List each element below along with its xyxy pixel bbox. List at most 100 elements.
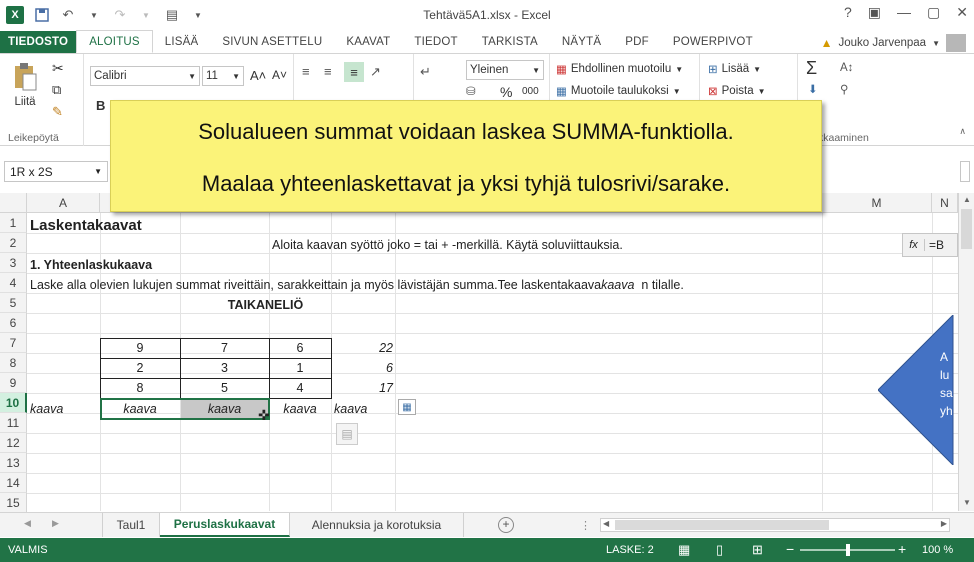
row-header[interactable]: 14 (0, 473, 27, 493)
bold-button[interactable]: B (96, 98, 105, 113)
user-account[interactable]: ▲ Jouko Jarvenpaa ▼ (821, 34, 966, 52)
row-header[interactable]: 13 (0, 453, 27, 473)
cell-c8[interactable]: 3 (180, 358, 269, 378)
insert-cells-button[interactable]: ⊞ Lisää ▼ (708, 62, 761, 76)
zoom-in-icon[interactable]: + (898, 541, 906, 557)
name-box[interactable]: 1R x 2S ▼ (4, 161, 108, 182)
zoom-out-icon[interactable]: − (786, 541, 794, 557)
cell-c10[interactable]: kaava (180, 399, 269, 419)
cell-d7[interactable]: 6 (269, 338, 331, 358)
paste-button[interactable]: Liitä (12, 62, 38, 108)
cell-b2[interactable]: Aloita kaavan syöttö joko = tai + -merki… (272, 235, 623, 255)
tab-file[interactable]: TIEDOSTO (0, 31, 77, 53)
horizontal-scrollbar[interactable]: ◀ ▶ (600, 518, 950, 532)
column-header-n[interactable]: N (932, 193, 958, 213)
format-painter-icon[interactable]: ✎ (52, 104, 63, 120)
scroll-up-icon[interactable]: ▲ (963, 195, 971, 204)
row-header[interactable]: 5 (0, 293, 27, 313)
cell-e10[interactable]: kaava (334, 399, 367, 419)
find-select-icon[interactable]: ⚲ (840, 82, 848, 96)
delete-cells-button[interactable]: ⊠ Poista ▼ (708, 84, 766, 98)
row-header[interactable]: 11 (0, 413, 27, 433)
column-header-a[interactable]: A (27, 193, 100, 213)
tab-review[interactable]: TARKISTA (470, 31, 550, 53)
row-header-selected[interactable]: 10 (0, 393, 27, 413)
scroll-tabs-right-icon[interactable]: ▶ (52, 518, 59, 529)
tab-page-layout[interactable]: SIVUN ASETTELU (210, 31, 334, 53)
cell-e8[interactable]: 6 (331, 358, 393, 378)
scroll-thumb[interactable] (961, 209, 972, 249)
cell-a4[interactable]: Laske alla olevien lukujen summat riveit… (30, 275, 684, 295)
font-size-select[interactable]: 11 ▼ (202, 66, 244, 86)
cell-e7[interactable]: 22 (331, 338, 393, 358)
shrink-font-button[interactable]: A˅ (272, 68, 287, 82)
cell-b7[interactable]: 9 (100, 338, 180, 358)
cut-icon[interactable]: ✂ (52, 60, 64, 77)
ribbon-display-options-icon[interactable]: ▣ (868, 4, 881, 21)
column-header-m[interactable]: M (822, 193, 932, 213)
tab-pdf[interactable]: PDF (613, 31, 661, 53)
tab-formulas[interactable]: KAAVAT (334, 31, 402, 53)
collapse-ribbon-icon[interactable]: ∧ (959, 126, 966, 137)
align-top-icon[interactable]: ≡ (302, 64, 310, 79)
cell-title-taikanelio[interactable]: TAIKANELIÖ (100, 295, 431, 315)
sheet-tab-taul1[interactable]: Taul1 (102, 513, 160, 537)
align-middle-icon[interactable]: ≡ (324, 64, 332, 79)
cell-e9[interactable]: 17 (331, 378, 393, 398)
cell-d9[interactable]: 4 (269, 378, 331, 398)
tab-insert[interactable]: LISÄÄ (153, 31, 211, 53)
cell-a10[interactable]: kaava (30, 399, 63, 419)
scroll-left-icon[interactable]: ◀ (603, 519, 609, 528)
row-header[interactable]: 2 (0, 233, 27, 253)
select-all-corner[interactable] (0, 193, 27, 213)
zoom-level[interactable]: 100 % (922, 544, 953, 556)
cell-b10[interactable]: kaava (100, 399, 180, 419)
sheet-tab-peruslaskukaavat[interactable]: Peruslaskukaavat (160, 513, 290, 537)
zoom-slider-thumb[interactable] (845, 544, 850, 556)
orientation-icon[interactable]: ↗ (370, 64, 381, 80)
number-format-select[interactable]: Yleinen ▼ (466, 60, 544, 80)
worksheet-grid[interactable]: A M N 1 2 3 4 5 6 7 8 9 10 11 12 13 14 1… (0, 193, 958, 513)
normal-view-icon[interactable]: ▦ (678, 542, 690, 558)
row-header[interactable]: 3 (0, 253, 27, 273)
fill-icon[interactable]: ⬇ (808, 82, 818, 96)
tab-home[interactable]: ALOITUS (76, 30, 153, 53)
vertical-scrollbar[interactable]: ▲ ▼ (958, 193, 974, 511)
zoom-slider[interactable] (800, 544, 895, 556)
page-break-view-icon[interactable]: ⊞ (752, 542, 763, 558)
grow-font-button[interactable]: A˄ (250, 68, 266, 83)
tab-powerpivot[interactable]: POWERPIVOT (661, 31, 765, 53)
cell-b9[interactable]: 8 (100, 378, 180, 398)
row-header[interactable]: 7 (0, 333, 27, 353)
sheet-tab-alennuksia[interactable]: Alennuksia ja korotuksia (290, 513, 464, 537)
wrap-text-icon[interactable]: ↵ (420, 64, 431, 80)
cell-d10[interactable]: kaava (269, 399, 331, 419)
autosum-button[interactable]: Σ (806, 58, 817, 79)
align-bottom-icon[interactable]: ≡ (344, 62, 364, 82)
paste-options-icon[interactable]: ▤ (336, 423, 358, 445)
row-header[interactable]: 9 (0, 373, 27, 393)
sort-filter-icon[interactable]: A↕ (840, 62, 853, 74)
fx-icon[interactable]: fx (903, 239, 925, 251)
cell-c9[interactable]: 5 (180, 378, 269, 398)
row-header[interactable]: 15 (0, 493, 27, 513)
conditional-format-button[interactable]: ▦ Ehdollinen muotoilu ▼ (556, 62, 683, 76)
page-layout-view-icon[interactable]: ▯ (716, 542, 723, 558)
cell-c7[interactable]: 7 (180, 338, 269, 358)
scroll-down-icon[interactable]: ▼ (963, 498, 971, 507)
maximize-icon[interactable]: ▢ (927, 4, 940, 21)
help-icon[interactable]: ? (844, 4, 852, 21)
formula-bar-expand[interactable] (960, 161, 970, 182)
user-dropdown-icon[interactable]: ▼ (932, 39, 940, 48)
new-sheet-icon[interactable]: + (498, 517, 514, 533)
copy-icon[interactable]: ⧉ (52, 82, 61, 98)
font-name-select[interactable]: Calibri ▼ (90, 66, 200, 86)
cell-d8[interactable]: 1 (269, 358, 331, 378)
row-header[interactable]: 1 (0, 213, 27, 233)
tab-data[interactable]: TIEDOT (402, 31, 469, 53)
format-as-table-button[interactable]: ▦ Muotoile taulukoksi ▼ (556, 84, 681, 98)
currency-icon[interactable]: ⛁ (466, 84, 476, 98)
cell-a3[interactable]: 1. Yhteenlaskukaava (30, 255, 152, 275)
row-header[interactable]: 12 (0, 433, 27, 453)
row-header[interactable]: 4 (0, 273, 27, 293)
